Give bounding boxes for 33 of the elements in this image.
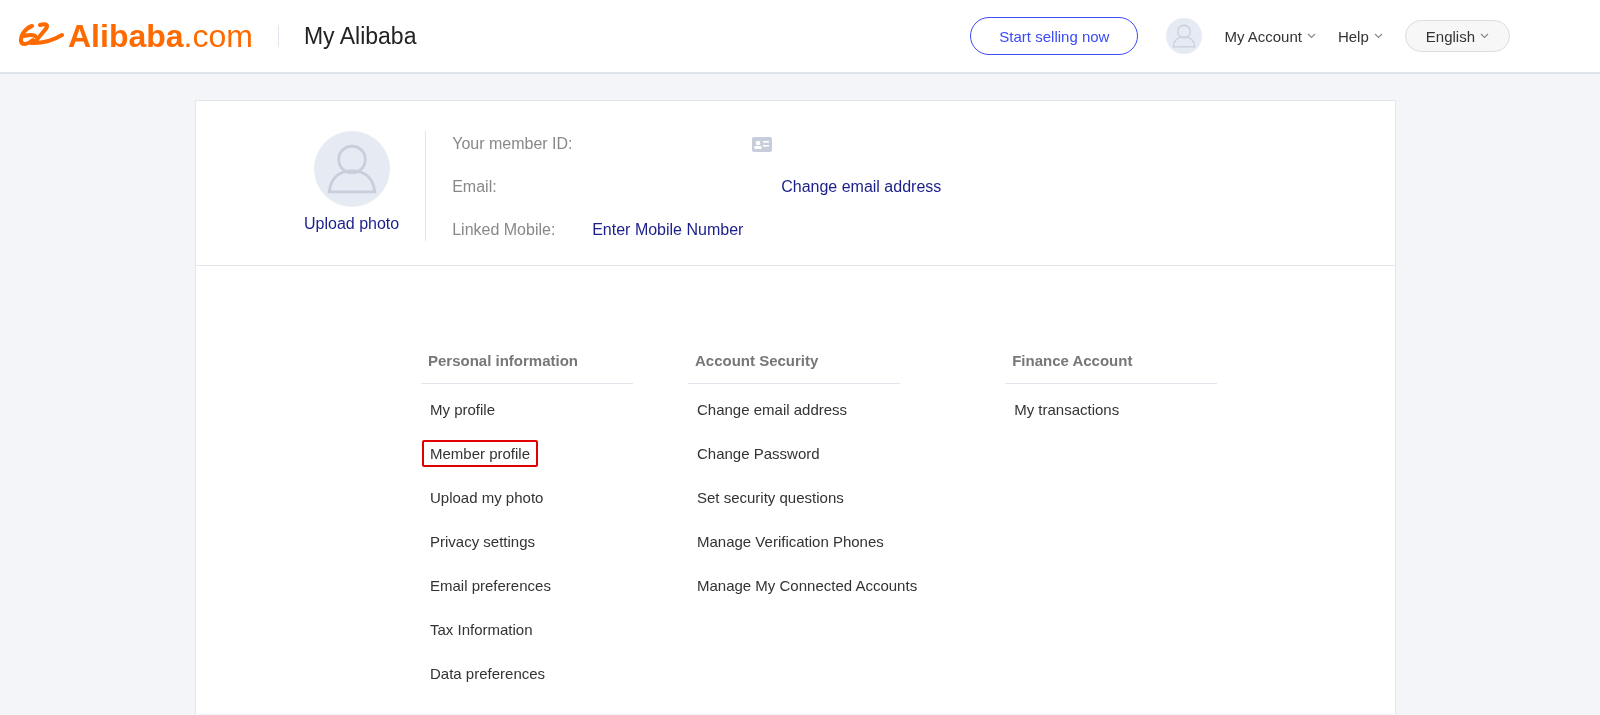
field-label: Linked Mobile:	[452, 221, 557, 239]
caret-icon	[1373, 33, 1383, 39]
menu-link[interactable]: Set security questions	[689, 484, 852, 511]
menu-dropdown[interactable]: Help	[1337, 27, 1383, 45]
field-label: Email:	[452, 178, 498, 196]
caret-icon	[1480, 33, 1489, 39]
menu-link[interactable]: Data preferences	[422, 660, 554, 687]
menu-link[interactable]: Member profile	[422, 440, 539, 467]
menu-link[interactable]: Manage Verification Phones	[689, 528, 892, 555]
avatar-icon	[1166, 18, 1203, 54]
menu-link[interactable]: My transactions	[1006, 396, 1128, 423]
menu-link[interactable]: My profile	[422, 396, 504, 423]
section-heading: Account Security	[688, 352, 900, 384]
menu-link[interactable]: Manage My Connected Accounts	[689, 572, 926, 599]
menu-link[interactable]: Change Password	[689, 440, 828, 467]
field-label: Your member ID:	[452, 135, 574, 153]
start-selling-button[interactable]: Start selling now	[970, 17, 1139, 55]
section-heading: Finance Account	[1005, 352, 1218, 384]
menu-dropdown[interactable]: My Account	[1224, 27, 1316, 45]
menu-link[interactable]: Upload my photo	[422, 484, 552, 511]
enter-mobile-link[interactable]: Enter Mobile Number	[592, 221, 744, 239]
section-heading: Personal information	[421, 352, 633, 384]
change-email-link[interactable]: Change email address	[781, 178, 942, 196]
menu-link[interactable]: Email preferences	[422, 572, 559, 599]
language-dropdown[interactable]: English	[1404, 20, 1510, 52]
upload-photo-link[interactable]: Upload photo	[304, 215, 400, 233]
menu-link[interactable]: Change email address	[689, 396, 856, 423]
menu-link[interactable]: Privacy settings	[422, 528, 544, 555]
caret-icon	[1306, 33, 1316, 39]
id-card-icon[interactable]	[752, 136, 773, 152]
page-title: My Alibaba	[303, 22, 417, 50]
avatar-icon	[313, 131, 390, 207]
menu-link[interactable]: Tax Information	[422, 616, 541, 643]
